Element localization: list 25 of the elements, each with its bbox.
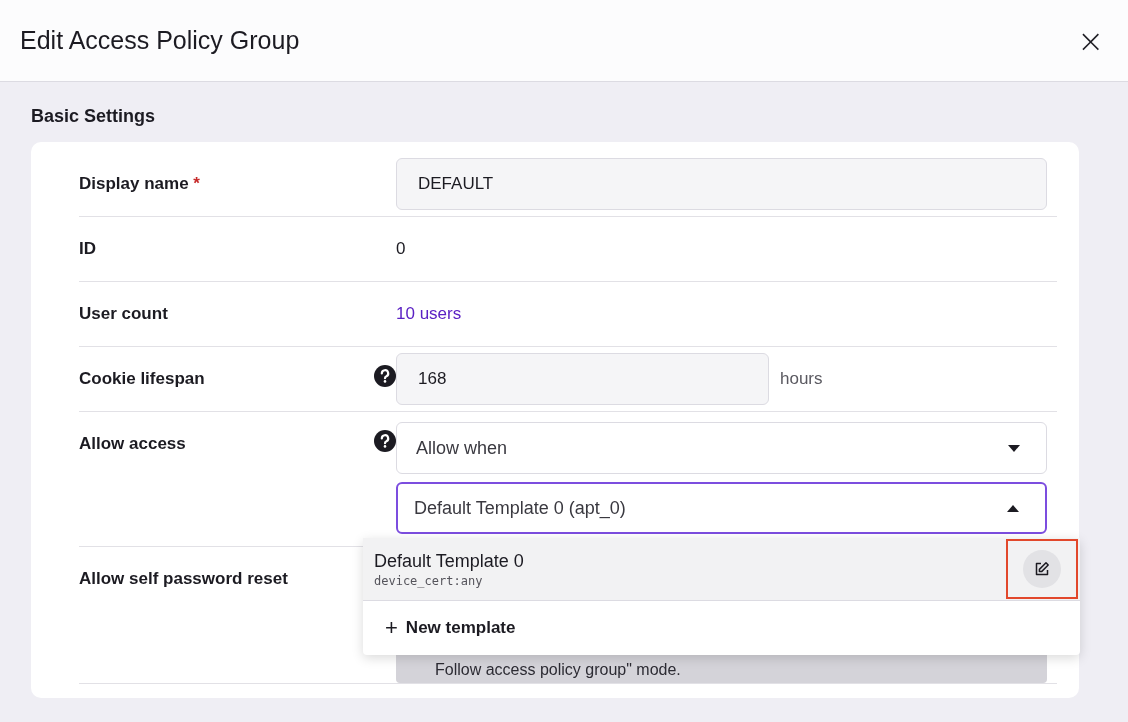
select-field[interactable]: Default Template 0 (apt_0) bbox=[396, 482, 1047, 534]
new-template-button[interactable]: + New template bbox=[363, 601, 1080, 655]
field-label: User count bbox=[79, 304, 168, 324]
user-count-link[interactable]: 10 users bbox=[396, 304, 1057, 324]
dropdown-option[interactable]: Default Template 0 device_cert:any bbox=[363, 538, 1080, 601]
help-icon[interactable] bbox=[374, 430, 396, 452]
close-button[interactable]: × bbox=[1073, 24, 1108, 57]
input-field[interactable]: DEFAULT bbox=[396, 158, 1047, 210]
help-icon[interactable] bbox=[374, 365, 396, 387]
edit-icon bbox=[1034, 561, 1050, 577]
field-label: Allow self password reset bbox=[79, 569, 288, 589]
input-field[interactable]: 168 bbox=[396, 353, 769, 405]
section-title: Basic Settings bbox=[31, 106, 157, 127]
field-label: Allow access bbox=[79, 434, 186, 454]
field-label: Cookie lifespan bbox=[79, 369, 205, 389]
option-name: Default Template 0 bbox=[374, 550, 524, 572]
dialog-title: Edit Access Policy Group bbox=[20, 26, 300, 55]
field-label: Display name * bbox=[79, 174, 200, 194]
select-field[interactable]: Allow when bbox=[396, 422, 1047, 474]
note-text: Follow access policy group" mode. bbox=[435, 661, 681, 679]
option-detail: device_cert:any bbox=[374, 573, 484, 588]
edit-button[interactable] bbox=[1023, 550, 1061, 588]
field-value: 0 bbox=[396, 239, 407, 259]
field-label: ID bbox=[79, 239, 96, 259]
unit-label: hours bbox=[780, 369, 823, 389]
